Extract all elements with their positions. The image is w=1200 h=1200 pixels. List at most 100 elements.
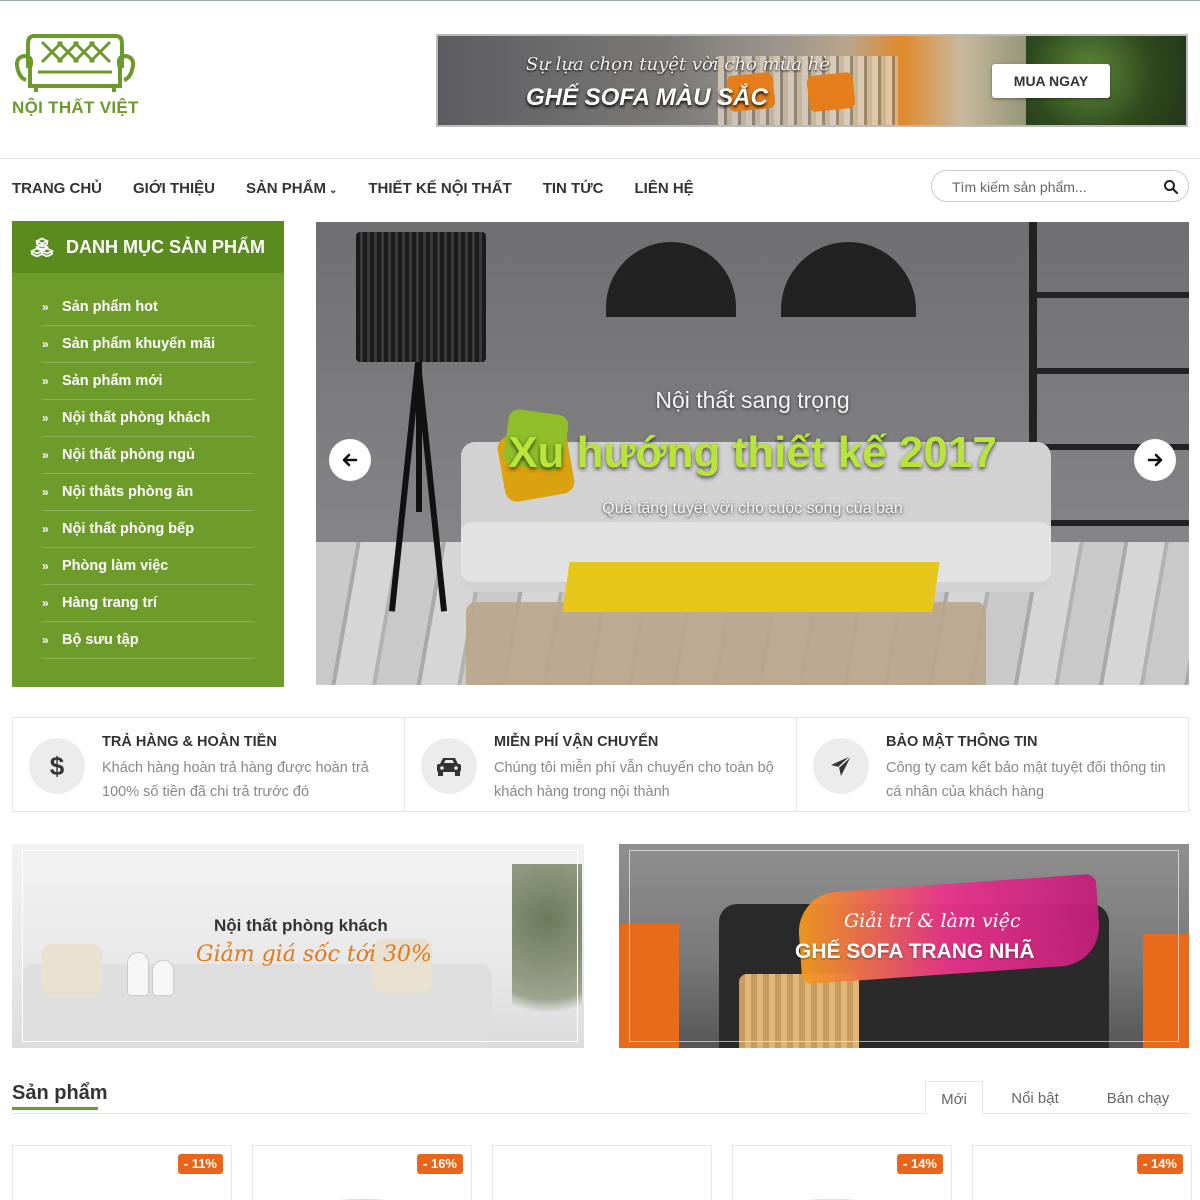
category-sidebar: DANH MỤC SẢN PHẨM » Sản phẩm hot » Sản phẩ… (12, 221, 284, 687)
sidebar-item-collection[interactable]: » Bộ sưu tập (42, 622, 254, 659)
banner-pillow (806, 71, 856, 113)
buy-now-button[interactable]: MUA NGAY (992, 64, 1110, 98)
tab-new[interactable]: Mới (925, 1081, 983, 1114)
sidebar-title: DANH MỤC SẢN PHẨM (66, 236, 265, 257)
nav-home[interactable]: TRANG CHỦ (12, 180, 102, 197)
sidebar-item-label: Nội thâts phòng ăn (62, 484, 194, 500)
heading-underline (12, 1107, 98, 1110)
tab-featured[interactable]: Nổi bật (983, 1081, 1087, 1114)
arrow-left-icon (342, 453, 358, 467)
service-desc: Công ty cam kết bảo mật tuyệt đối thông … (886, 760, 1166, 800)
double-chevron-right-icon: » (42, 559, 49, 573)
promo-discount: Giảm giá sốc tới 30% (196, 942, 432, 967)
service-icon-circle (421, 738, 477, 794)
sidebar-item-living-room[interactable]: » Nội thất phòng khách (42, 400, 254, 437)
svg-text:$: $ (50, 751, 65, 781)
nav-about[interactable]: GIỚI THIỆU (133, 180, 215, 197)
product-card[interactable] (492, 1145, 712, 1200)
sidebar-item-decor[interactable]: » Hàng trang trí (42, 585, 254, 622)
discount-badge: - 16% (417, 1154, 463, 1174)
sidebar-item-bedroom[interactable]: » Nội thất phòng ngủ (42, 437, 254, 474)
sidebar-item-label: Bộ sưu tập (62, 632, 139, 648)
sidebar-item-label: Phòng làm việc (62, 558, 169, 574)
product-grid: - 11% - 16% - 14% - 14% (12, 1145, 1192, 1200)
sidebar-item-kitchen[interactable]: » Nội thất phòng bếp (42, 511, 254, 548)
logo[interactable]: NỘI THẤT VIỆT (12, 28, 142, 128)
promo-banner-living-room[interactable]: Nội thất phòng khách Giảm giá sốc tới 30… (12, 844, 584, 1048)
product-image (973, 1186, 1191, 1200)
sidebar-item-label: Nội thất phòng bếp (62, 521, 195, 537)
banner-script-text: Sự lựa chọn tuyệt vời cho mùa hè (526, 54, 830, 75)
service-desc: Khách hàng hoàn trả hàng được hoàn trả 1… (102, 760, 369, 800)
product-card[interactable]: - 14% (972, 1145, 1192, 1200)
search-icon[interactable] (1163, 179, 1179, 195)
double-chevron-right-icon: » (42, 374, 49, 388)
discount-badge: - 14% (897, 1154, 943, 1174)
nav-contact[interactable]: LIÊN HỆ (634, 180, 693, 197)
header-divider (0, 158, 1200, 159)
sidebar-item-office[interactable]: » Phòng làm việc (42, 548, 254, 585)
nav-products[interactable]: SẢN PHẨM ⌄ (246, 180, 337, 197)
dollar-icon: $ (50, 751, 65, 781)
sidebar-item-label: Sản phẩm mới (62, 373, 163, 389)
double-chevron-right-icon: » (42, 300, 49, 314)
product-card[interactable]: - 16% (252, 1145, 472, 1200)
service-desc: Chúng tôi miễn phí vẫn chuyển cho toàn b… (494, 760, 774, 800)
main-nav: TRANG CHỦ GIỚI THIỆU SẢN PHẨM ⌄ THIẾT KẾ … (12, 180, 725, 197)
hero-rug (466, 602, 986, 685)
chevron-down-icon: ⌄ (328, 185, 338, 196)
top-promo-banner[interactable]: Sự lựa chọn tuyệt vời cho mùa hè GHẾ SOF… (436, 34, 1188, 127)
product-image (253, 1186, 471, 1200)
sidebar-item-label: Hàng trang trí (62, 595, 158, 611)
hero-subtitle: Nội thất sang trọng (655, 387, 850, 413)
double-chevron-right-icon: » (42, 411, 49, 425)
tab-bestseller[interactable]: Bán chạy (1087, 1081, 1189, 1114)
search-box (931, 170, 1189, 202)
paper-plane-icon (831, 755, 852, 776)
sidebar-item-dining-room[interactable]: » Nội thâts phòng ăn (42, 474, 254, 511)
banner-title: GHẾ SOFA MÀU SẮC (526, 84, 768, 111)
discount-badge: - 11% (177, 1154, 223, 1174)
floor-lamp-image (356, 232, 486, 362)
service-title: BẢO MẬT THÔNG TIN (886, 734, 1038, 750)
service-title: MIỄN PHÍ VẬN CHUYỂN (494, 734, 659, 750)
double-chevron-right-icon: » (42, 522, 49, 536)
sidebar-item-label: Sản phẩm khuyến mãi (62, 336, 216, 352)
top-border (0, 0, 1200, 1)
product-tabs: Mới Nổi bật Bán chạy (925, 1081, 1189, 1114)
search-input[interactable] (952, 177, 1152, 197)
sofa-logo-icon (14, 34, 136, 92)
product-card[interactable]: - 11% (12, 1145, 232, 1200)
nav-news[interactable]: TIN TỨC (543, 180, 604, 197)
sidebar-item-label: Nội thất phòng ngủ (62, 447, 195, 463)
car-icon (437, 758, 461, 776)
slider-prev-button[interactable] (329, 439, 371, 481)
service-title: TRẢ HÀNG & HOÀN TIỀN (102, 734, 277, 750)
hero-slider[interactable]: Nội thất sang trọng Xu hướng thiết kế 20… (316, 222, 1189, 685)
sidebar-item-new[interactable]: » Sản phẩm mới (42, 363, 254, 400)
service-privacy: BẢO MẬT THÔNG TIN Công ty cam kết bảo mậ… (797, 718, 1188, 811)
products-heading: Sản phẩm (12, 1082, 108, 1104)
service-refund: $ TRẢ HÀNG & HOÀN TIỀN Khách hàng hoàn t… (13, 718, 405, 811)
nav-products-label: SẢN PHẨM (245, 180, 326, 197)
double-chevron-right-icon: » (42, 485, 49, 499)
sidebar-item-hot[interactable]: » Sản phẩm hot (42, 289, 254, 326)
arrow-right-icon (1147, 453, 1163, 467)
double-chevron-right-icon: » (42, 596, 49, 610)
service-icon-circle: $ (29, 738, 85, 794)
sidebar-header: DANH MỤC SẢN PHẨM (12, 221, 284, 273)
hero-title: Xu hướng thiết kế 2017 (508, 428, 997, 477)
service-icon-circle (813, 738, 869, 794)
service-features: $ TRẢ HÀNG & HOÀN TIỀN Khách hàng hoàn t… (12, 717, 1189, 812)
sidebar-item-label: Sản phẩm hot (62, 299, 158, 315)
slider-next-button[interactable] (1134, 439, 1176, 481)
nav-interior-design[interactable]: THIẾT KẾ NỘI THẤT (368, 180, 511, 197)
double-chevron-right-icon: » (42, 337, 49, 351)
brand-name: NỘI THẤT VIỆT (12, 98, 139, 117)
promo-title: Nội thất phòng khách (214, 916, 388, 935)
discount-badge: - 14% (1137, 1154, 1183, 1174)
promo-banner-sofa[interactable]: Giải trí & làm việc GHẾ SOFA TRANG NHÃ (619, 844, 1189, 1048)
product-card[interactable]: - 14% (732, 1145, 952, 1200)
sidebar-item-promo[interactable]: » Sản phẩm khuyến mãi (42, 326, 254, 363)
promo-title: GHẾ SOFA TRANG NHÃ (795, 940, 1035, 963)
